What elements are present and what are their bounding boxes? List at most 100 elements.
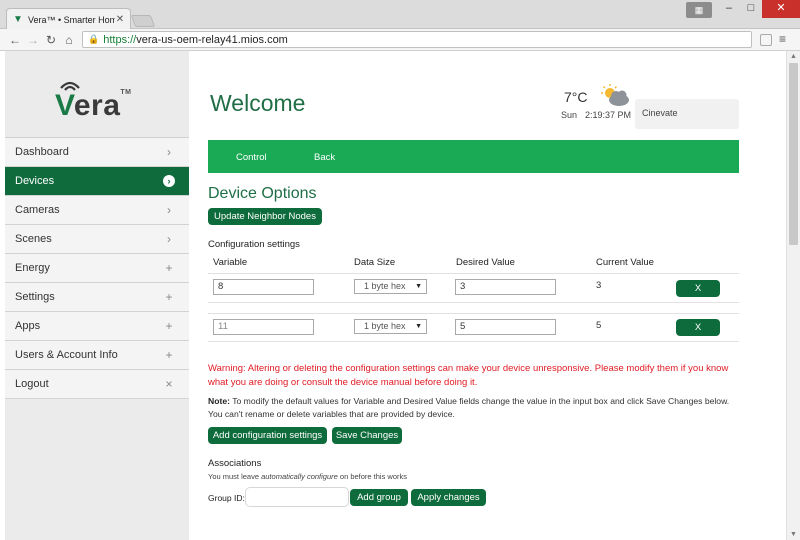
table-divider bbox=[208, 302, 739, 303]
sidebar-item-label: Cameras bbox=[15, 204, 60, 216]
hint-emphasis: automatically configure bbox=[261, 472, 338, 481]
chevron-right-icon: › bbox=[167, 145, 171, 159]
logo-word: era bbox=[73, 89, 121, 122]
data-size-select[interactable]: 1 byte hex ▼ bbox=[354, 279, 427, 294]
minimize-button[interactable]: – bbox=[718, 0, 740, 18]
plus-icon: + bbox=[165, 348, 173, 362]
sidebar-item-scenes[interactable]: Scenes › bbox=[5, 225, 189, 254]
weather-day: Sun bbox=[561, 110, 578, 120]
extension-icon[interactable] bbox=[760, 34, 772, 46]
sidebar-item-devices[interactable]: Devices › bbox=[5, 167, 189, 196]
column-header-data-size: Data Size bbox=[354, 257, 396, 268]
chevron-right-icon: › bbox=[167, 203, 171, 217]
note-label: Note: bbox=[208, 396, 230, 406]
update-neighbor-nodes-button[interactable]: Update Neighbor Nodes bbox=[208, 208, 322, 225]
group-id-label: Group ID: bbox=[208, 493, 245, 503]
hint-prefix: You must leave bbox=[208, 472, 262, 481]
back-arrow-icon[interactable]: ← bbox=[6, 33, 24, 47]
hint-suffix: on before this works bbox=[337, 472, 408, 481]
chevron-right-circle-icon: › bbox=[163, 175, 175, 187]
data-size-select[interactable]: 1 byte hex ▼ bbox=[354, 319, 427, 334]
browser-tab[interactable]: ▼ Vera™ • Smarter Home C ✕ bbox=[6, 8, 131, 30]
new-tab-button[interactable] bbox=[130, 15, 156, 27]
table-divider bbox=[208, 273, 739, 274]
page-scrollbar[interactable]: ▲ ▼ bbox=[786, 51, 800, 540]
group-id-input[interactable] bbox=[245, 487, 349, 507]
home-icon[interactable]: ⌂ bbox=[60, 33, 78, 47]
dropdown-arrow-icon: ▼ bbox=[415, 283, 422, 290]
plus-icon: + bbox=[165, 261, 173, 275]
main-content: Welcome 7°C Sun 2:19:37 PM Cinevate Cont… bbox=[189, 51, 786, 540]
plus-icon: + bbox=[165, 290, 173, 304]
clock-time: 2:19:37 PM bbox=[585, 110, 632, 120]
delete-setting-button[interactable]: X bbox=[676, 319, 720, 336]
page-title: Welcome bbox=[210, 90, 306, 116]
browser-toolbar: ← → ↻ ⌂ 🔒 https:// vera-us-oem-relay41.m… bbox=[0, 29, 800, 51]
apply-changes-button[interactable]: Apply changes bbox=[411, 489, 486, 506]
sidebar-item-settings[interactable]: Settings + bbox=[5, 283, 189, 312]
note-text: To modify the default values for Variabl… bbox=[208, 396, 730, 419]
sidebar-item-users-account-info[interactable]: Users & Account Info + bbox=[5, 341, 189, 370]
house-selector[interactable]: Cinevate bbox=[635, 99, 739, 129]
table-divider bbox=[208, 313, 739, 314]
data-size-value: 1 byte hex bbox=[364, 281, 406, 291]
scroll-down-arrow-icon[interactable]: ▼ bbox=[790, 531, 797, 538]
close-tab-icon[interactable]: ✕ bbox=[115, 14, 125, 25]
window-controls: ▦ – □ ✕ bbox=[686, 0, 800, 18]
sidebar-item-label: Dashboard bbox=[15, 146, 69, 158]
profile-icon[interactable]: ▦ bbox=[686, 2, 712, 18]
plus-icon: + bbox=[165, 319, 173, 333]
variable-input[interactable]: 8 bbox=[213, 279, 314, 295]
add-configuration-settings-button[interactable]: Add configuration settings bbox=[208, 427, 327, 444]
associations-title: Associations bbox=[208, 458, 262, 469]
hamburger-menu-icon[interactable]: ≡ bbox=[779, 32, 786, 46]
column-header-current-value: Current Value bbox=[596, 257, 654, 268]
table-divider bbox=[208, 341, 739, 342]
page: VeraTM Dashboard › Devices › Cameras › Scen… bbox=[0, 51, 786, 540]
vera-logo[interactable]: VeraTM bbox=[55, 77, 145, 122]
sidebar-item-label: Logout bbox=[15, 378, 49, 390]
sidebar-item-label: Users & Account Info bbox=[15, 349, 118, 361]
reload-icon[interactable]: ↻ bbox=[42, 33, 60, 47]
url-scheme: https:// bbox=[103, 33, 137, 46]
sidebar-item-apps[interactable]: Apps + bbox=[5, 312, 189, 341]
sidebar-item-label: Energy bbox=[15, 262, 50, 274]
sidebar-item-cameras[interactable]: Cameras › bbox=[5, 196, 189, 225]
browser-titlebar: ▼ Vera™ • Smarter Home C ✕ ▦ – □ ✕ bbox=[0, 0, 800, 30]
lock-icon: 🔒 bbox=[88, 34, 100, 44]
sidebar-nav: Dashboard › Devices › Cameras › Scenes › Ene… bbox=[5, 137, 189, 399]
scrollbar-thumb[interactable] bbox=[789, 63, 798, 245]
logo-trademark: TM bbox=[120, 89, 132, 96]
sidebar-item-energy[interactable]: Energy + bbox=[5, 254, 189, 283]
back-link[interactable]: Back bbox=[314, 152, 335, 163]
sidebar-item-label: Settings bbox=[15, 291, 55, 303]
sidebar-item-label: Scenes bbox=[15, 233, 52, 245]
logo-letter: V bbox=[55, 89, 74, 122]
close-window-button[interactable]: ✕ bbox=[762, 0, 800, 18]
vera-favicon-icon: ▼ bbox=[13, 13, 23, 25]
desired-value-input[interactable]: 3 bbox=[455, 279, 556, 295]
sidebar-item-logout[interactable]: Logout × bbox=[5, 370, 189, 399]
sidebar-item-dashboard[interactable]: Dashboard › bbox=[5, 138, 189, 167]
close-icon: × bbox=[165, 377, 173, 391]
column-header-desired-value: Desired Value bbox=[456, 257, 515, 268]
control-tab[interactable]: Control bbox=[236, 152, 267, 163]
scroll-up-arrow-icon[interactable]: ▲ bbox=[790, 53, 797, 60]
current-value: 5 bbox=[596, 320, 602, 331]
section-title: Device Options bbox=[208, 185, 317, 202]
current-value: 3 bbox=[596, 280, 602, 291]
desired-value-input[interactable]: 5 bbox=[455, 319, 556, 335]
sidebar: VeraTM Dashboard › Devices › Cameras › Scen… bbox=[0, 51, 189, 540]
address-bar[interactable]: 🔒 https:// vera-us-oem-relay41.mios.com bbox=[82, 31, 752, 48]
save-changes-button[interactable]: Save Changes bbox=[332, 427, 402, 444]
add-group-button[interactable]: Add group bbox=[350, 489, 408, 506]
forward-arrow-icon[interactable]: → bbox=[24, 33, 42, 47]
sidebar-item-label: Apps bbox=[15, 320, 41, 332]
note-message: Note: To modify the default values for V… bbox=[208, 395, 738, 420]
warning-message: Warning: Altering or deleting the config… bbox=[208, 363, 729, 388]
maximize-button[interactable]: □ bbox=[740, 0, 762, 18]
config-settings-label: Configuration settings bbox=[208, 239, 300, 250]
variable-input[interactable]: 11 bbox=[213, 319, 314, 335]
data-size-value: 1 byte hex bbox=[364, 321, 406, 331]
delete-setting-button[interactable]: X bbox=[676, 280, 720, 297]
